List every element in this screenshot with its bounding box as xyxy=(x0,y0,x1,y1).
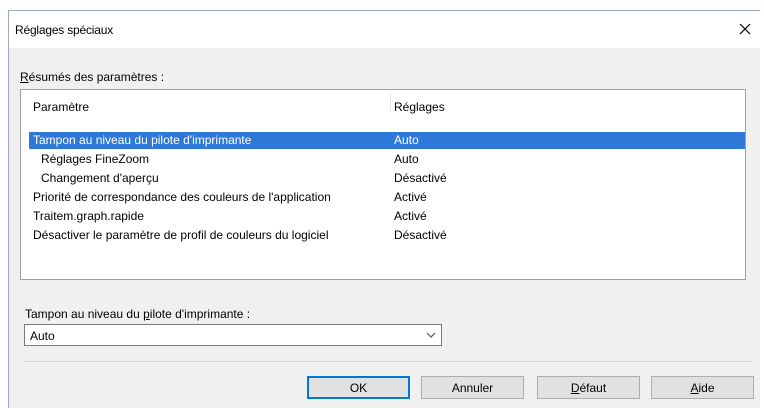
column-divider[interactable] xyxy=(390,94,391,111)
list-row-color-matching[interactable]: Priorité de correspondance des couleurs … xyxy=(29,189,745,206)
help-button[interactable]: Aide xyxy=(651,376,754,399)
list-row-driver-buffer[interactable]: Tampon au niveau du pilote d'imprimante … xyxy=(29,132,745,149)
special-settings-dialog: Réglages spéciaux Résumés des paramètres… xyxy=(8,10,761,408)
list-row-fast-graphics[interactable]: Traitem.graph.rapide Activé xyxy=(29,208,745,225)
chevron-down-icon xyxy=(426,332,436,338)
dialog-title: Réglages spéciaux xyxy=(15,23,113,37)
row-parameter: Désactiver le paramètre de profil de cou… xyxy=(33,228,329,242)
list-row-disable-color-profile[interactable]: Désactiver le paramètre de profil de cou… xyxy=(29,227,745,244)
column-header-parameter[interactable]: Paramètre xyxy=(33,100,89,114)
row-parameter: Priorité de correspondance des couleurs … xyxy=(33,190,331,204)
driver-buffer-select[interactable]: Auto xyxy=(24,324,442,346)
driver-buffer-value: Auto xyxy=(30,329,55,343)
separator xyxy=(24,361,752,362)
ok-button[interactable]: OK xyxy=(307,376,410,399)
row-value: Auto xyxy=(394,133,419,147)
row-parameter: Réglages FineZoom xyxy=(41,152,150,166)
title-bar[interactable]: Réglages spéciaux xyxy=(9,11,761,48)
close-icon xyxy=(739,23,751,35)
cancel-button[interactable]: Annuler xyxy=(421,376,524,399)
row-parameter: Tampon au niveau du pilote d'imprimante xyxy=(33,133,252,147)
row-value: Activé xyxy=(394,209,427,223)
close-button[interactable] xyxy=(731,15,759,43)
row-value: Désactivé xyxy=(394,171,447,185)
column-header-settings[interactable]: Réglages xyxy=(394,100,445,114)
row-value: Désactivé xyxy=(394,228,447,242)
row-value: Auto xyxy=(394,152,419,166)
list-header: Paramètre Réglages xyxy=(21,90,745,114)
row-parameter: Changement d'aperçu xyxy=(41,171,159,185)
list-row-finezoom[interactable]: Réglages FineZoom Auto xyxy=(29,151,745,168)
row-value: Activé xyxy=(394,190,427,204)
list-row-preview-change[interactable]: Changement d'aperçu Désactivé xyxy=(29,170,745,187)
row-parameter: Traitem.graph.rapide xyxy=(33,209,144,223)
driver-buffer-label: Tampon au niveau du pilote d'imprimante … xyxy=(25,307,251,321)
settings-summary-list[interactable]: Paramètre Réglages Tampon au niveau du p… xyxy=(20,89,746,280)
default-button[interactable]: Défaut xyxy=(537,376,640,399)
settings-summary-label: Résumés des paramètres : xyxy=(20,70,165,84)
